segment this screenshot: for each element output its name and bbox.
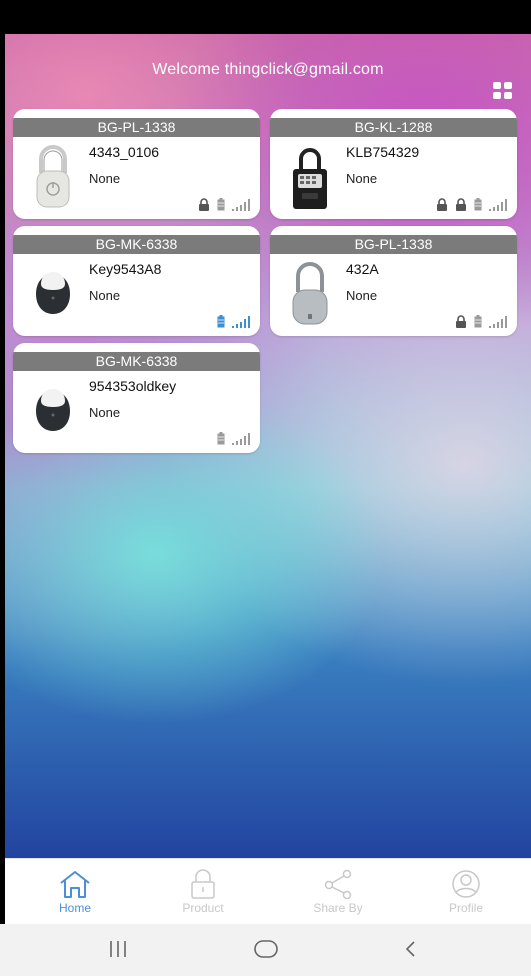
signal-icon (232, 199, 250, 211)
device-card[interactable]: BG-KL-1288 KLB754329 None (270, 109, 517, 219)
device-card[interactable]: BG-MK-6338 Key9543A8 None (13, 226, 260, 336)
bottom-nav: Home Product Share By Profile (5, 858, 531, 924)
device-card[interactable]: BG-PL-1338 432A None (270, 226, 517, 336)
nav-profile[interactable]: Profile (426, 863, 506, 923)
battery-icon (474, 315, 482, 328)
status-bar (0, 0, 531, 34)
nav-share-by-label: Share By (313, 901, 363, 915)
device-status: None (346, 171, 378, 186)
padlock-icon (191, 869, 215, 899)
key-fob-image (36, 389, 70, 431)
device-name: 954353oldkey (89, 378, 177, 394)
nav-product[interactable]: Product (163, 863, 243, 923)
device-model: BG-MK-6338 (13, 235, 260, 254)
home-circle-icon[interactable] (253, 938, 279, 960)
device-status: None (89, 405, 121, 420)
device-model: BG-MK-6338 (13, 352, 260, 371)
lock-icon (437, 198, 447, 211)
profile-icon (452, 870, 480, 898)
nav-product-label: Product (182, 901, 224, 915)
nav-share-by[interactable]: Share By (298, 863, 378, 923)
lock-icon (199, 198, 209, 211)
lock-icon (456, 315, 466, 328)
battery-icon (217, 315, 225, 328)
device-name: Key9543A8 (89, 261, 162, 277)
share-icon (324, 869, 352, 899)
device-name: 4343_0106 (89, 144, 160, 160)
padlock-image (292, 262, 328, 325)
signal-icon (489, 199, 507, 211)
device-name: KLB754329 (346, 144, 420, 160)
battery-icon (474, 198, 482, 211)
nav-home-label: Home (58, 901, 91, 915)
device-model: BG-PL-1338 (270, 235, 517, 254)
device-model: BG-PL-1338 (13, 118, 260, 137)
back-icon[interactable] (402, 938, 418, 960)
key-lockbox-image (293, 148, 327, 209)
grid-view-icon[interactable] (493, 82, 513, 100)
device-model: BG-KL-1288 (270, 118, 517, 137)
device-card[interactable]: BG-MK-6338 954353oldkey None (13, 343, 260, 453)
key-fob-image (36, 272, 70, 314)
nav-profile-label: Profile (448, 901, 483, 915)
nav-home[interactable]: Home (35, 863, 115, 923)
signal-icon (489, 316, 507, 328)
device-status: None (89, 288, 121, 303)
recents-icon[interactable] (108, 938, 128, 960)
signal-icon (232, 316, 250, 328)
home-icon (60, 871, 90, 898)
device-name: 432A (346, 261, 379, 277)
app-screen: Welcome thingclick@gmail.com BG-PL-1338 … (5, 34, 531, 858)
welcome-text: Welcome thingclick@gmail.com (152, 61, 384, 78)
padlock-image (36, 145, 70, 208)
lock-icon (456, 198, 466, 211)
device-card[interactable]: BG-PL-1338 4343_0106 None (13, 109, 260, 219)
battery-icon (217, 198, 225, 211)
system-nav-bar (0, 924, 531, 976)
device-status: None (89, 171, 121, 186)
battery-icon (217, 432, 225, 445)
device-status: None (346, 288, 378, 303)
signal-icon (232, 433, 250, 445)
